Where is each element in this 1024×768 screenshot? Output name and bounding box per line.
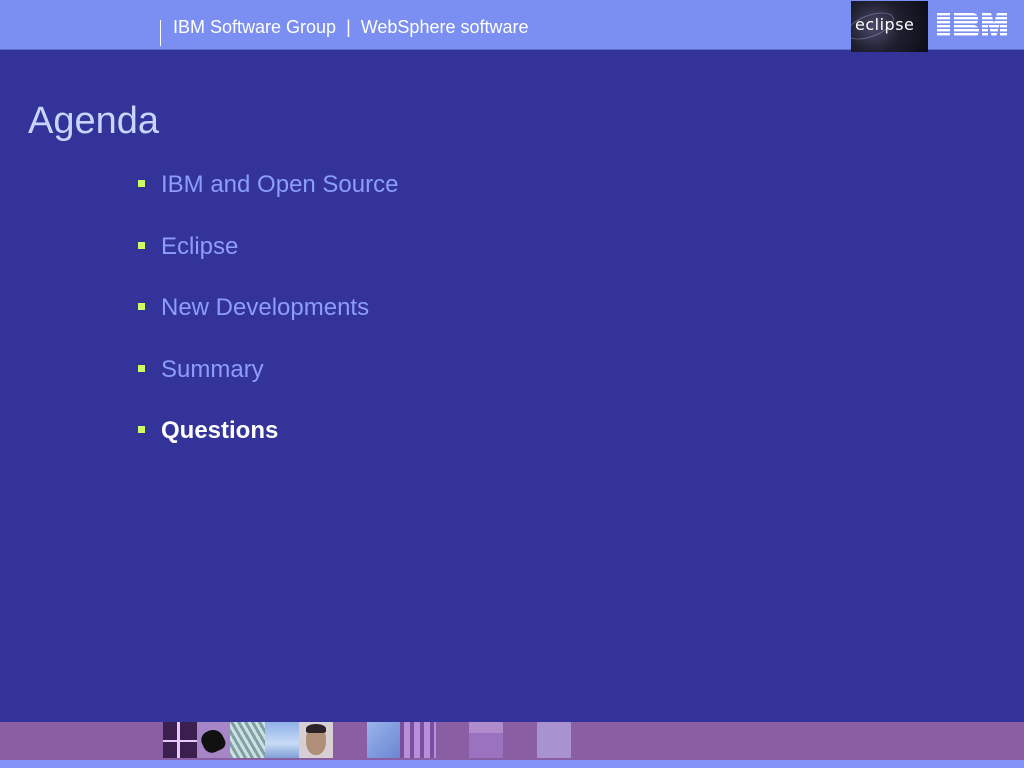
footer-tile bbox=[367, 722, 400, 758]
agenda-item-ibm-open-source: IBM and Open Source bbox=[137, 168, 398, 230]
agenda-list: IBM and Open Source Eclipse New Developm… bbox=[137, 168, 398, 476]
footer-bottom-bar bbox=[0, 760, 1024, 768]
footer-tile bbox=[469, 722, 503, 758]
agenda-item-new-developments: New Developments bbox=[137, 291, 398, 353]
header-separator bbox=[160, 20, 161, 46]
bullet-icon bbox=[138, 426, 145, 433]
footer-image-building bbox=[230, 722, 265, 758]
agenda-item-questions: Questions bbox=[137, 414, 398, 476]
header-title: IBM Software Group | WebSphere software bbox=[173, 17, 529, 37]
slide-title: Agenda bbox=[28, 100, 160, 142]
bullet-icon bbox=[138, 180, 145, 187]
footer-tile bbox=[537, 722, 571, 758]
footer-image-clouds bbox=[265, 722, 299, 758]
agenda-item-label: New Developments bbox=[161, 294, 370, 321]
agenda-item-summary: Summary bbox=[137, 353, 398, 415]
header-bar: IBM Software Group | WebSphere software … bbox=[0, 0, 1024, 52]
footer-banner bbox=[0, 722, 1024, 762]
agenda-item-label: Questions bbox=[161, 417, 279, 444]
agenda-item-label: Eclipse bbox=[161, 232, 239, 260]
eclipse-logo-text: eclipse bbox=[855, 15, 915, 34]
bullet-icon bbox=[138, 303, 145, 310]
ibm-logo bbox=[937, 13, 1007, 37]
footer-image-cross bbox=[163, 722, 197, 758]
eclipse-logo: eclipse bbox=[851, 1, 928, 52]
bullet-icon bbox=[138, 241, 145, 249]
footer-image-hand bbox=[197, 722, 230, 758]
footer-image-person bbox=[299, 722, 333, 758]
bullet-icon bbox=[138, 364, 145, 372]
agenda-item-label: IBM and Open Source bbox=[161, 171, 399, 198]
agenda-item-eclipse: Eclipse bbox=[137, 230, 398, 292]
agenda-item-label: Summary bbox=[161, 355, 264, 383]
footer-tile bbox=[400, 722, 436, 758]
